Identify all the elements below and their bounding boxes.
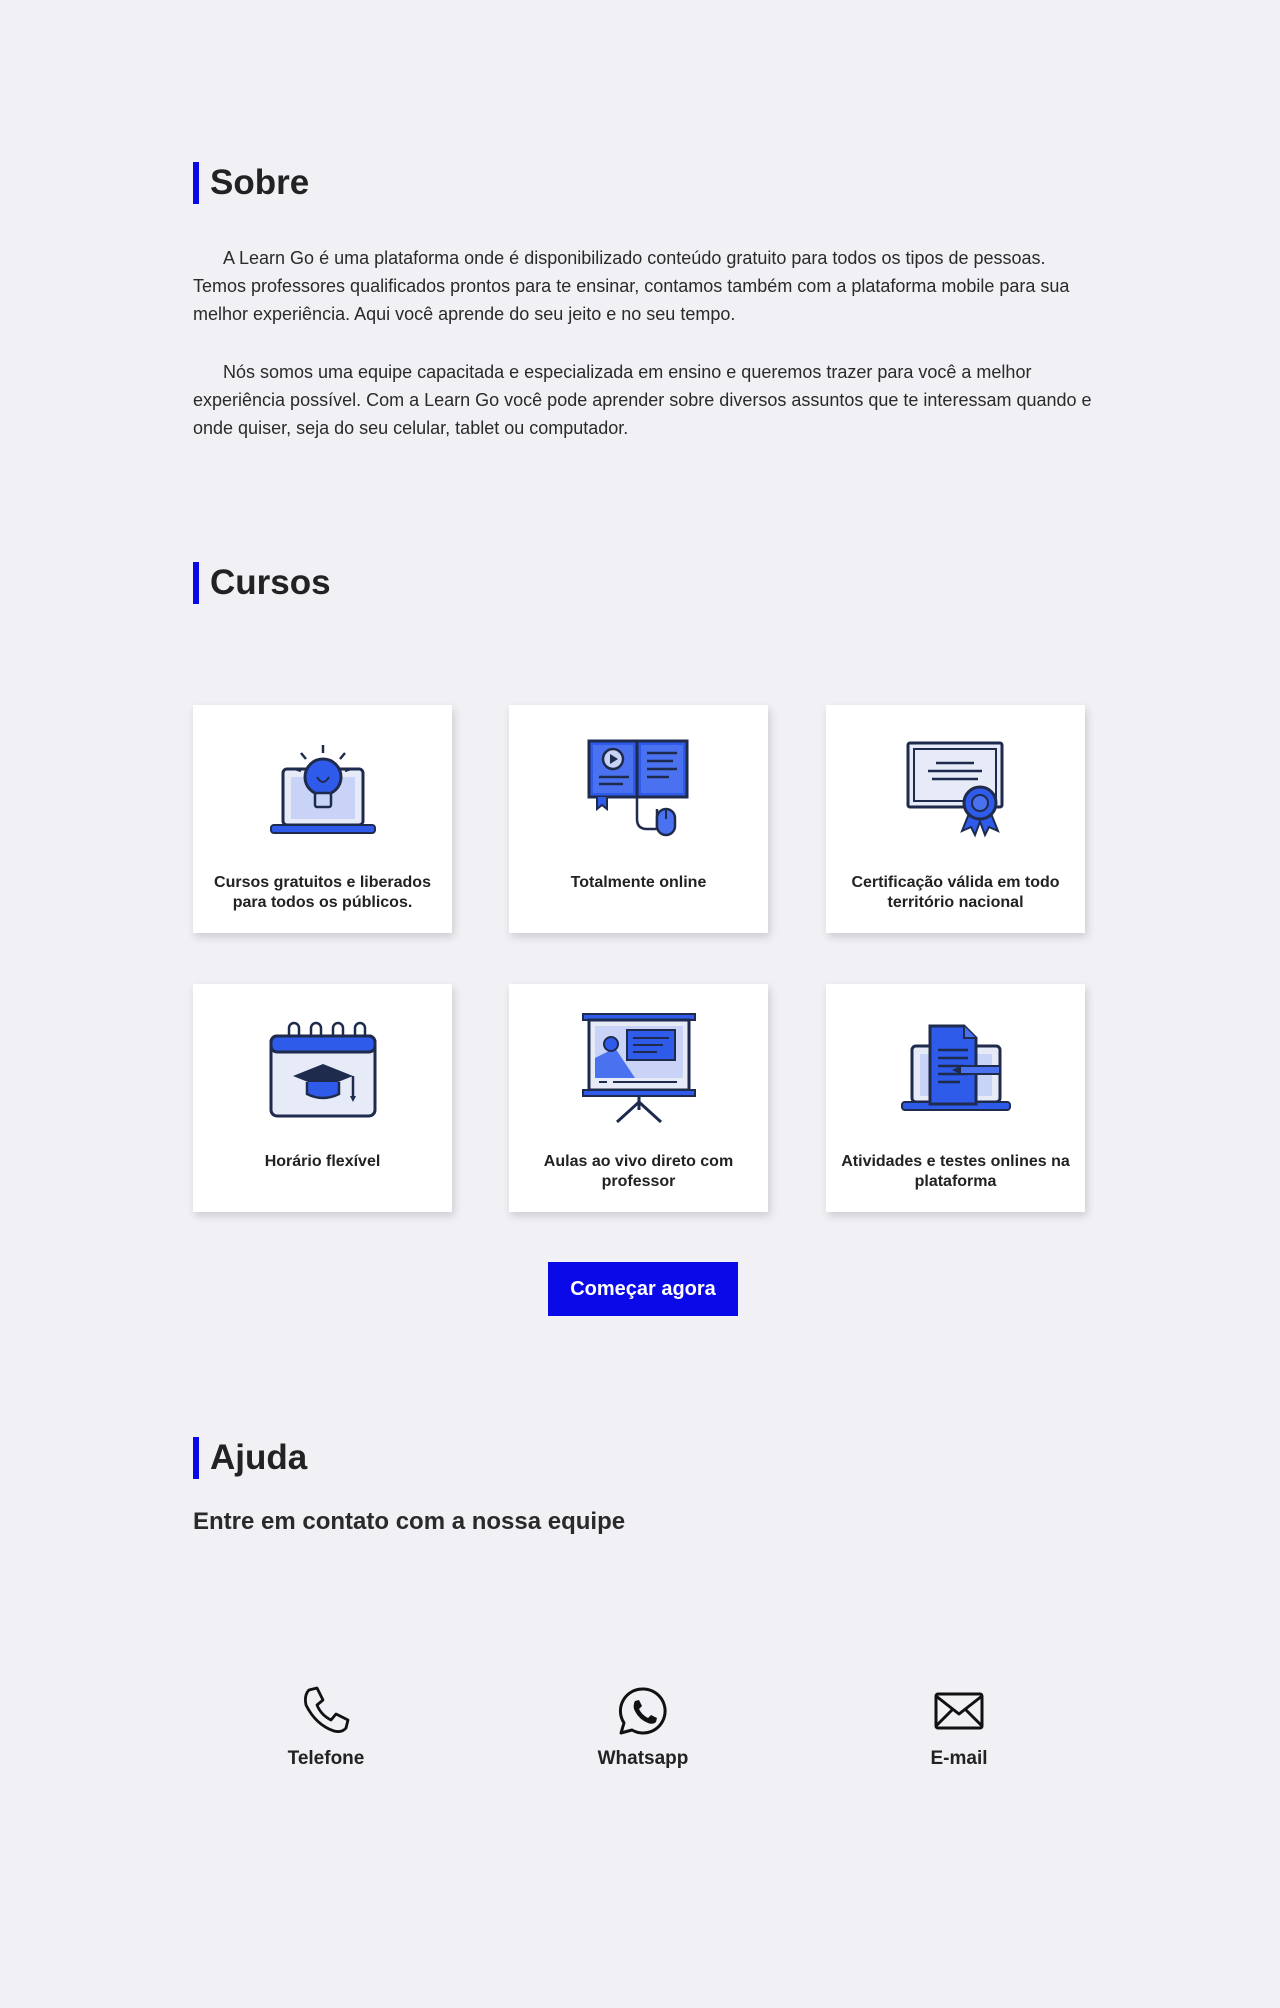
course-card-label: Cursos gratuitos e liberados para todos …	[214, 874, 431, 911]
course-card: Totalmente online	[509, 705, 768, 933]
contact-email[interactable]: E-mail	[879, 1684, 1039, 1770]
course-card-label: Certificação válida em todo território n…	[851, 874, 1060, 911]
book-mouse-icon	[587, 739, 688, 837]
calendar-graduation-icon	[269, 1021, 376, 1118]
contact-telefone[interactable]: Telefone	[246, 1684, 406, 1770]
contact-label: Whatsapp	[597, 1748, 689, 1769]
contact-label: E-mail	[930, 1748, 988, 1769]
contact-whatsapp[interactable]: Whatsapp	[563, 1684, 723, 1770]
course-card: Aulas ao vivo direto com professor	[509, 984, 768, 1212]
ajuda-subtitle: Entre em contato com a nossa equipe	[193, 1508, 626, 1535]
sobre-title: Sobre	[193, 162, 309, 204]
course-card-label: Horário flexível	[264, 1153, 381, 1170]
whatsapp-icon	[618, 1687, 667, 1735]
envelope-icon	[934, 1692, 984, 1730]
course-card: Atividades e testes onlines na plataform…	[826, 984, 1085, 1212]
course-card-label: Totalmente online	[570, 874, 707, 891]
laptop-document-icon	[900, 1024, 1011, 1111]
course-card: Certificação válida em todo território n…	[826, 705, 1085, 933]
course-card: Cursos gratuitos e liberados para todos …	[193, 705, 452, 933]
contact-label: Telefone	[287, 1748, 365, 1769]
laptop-lightbulb-icon	[269, 745, 376, 834]
certificate-icon	[906, 741, 1003, 838]
comecar-agora-button[interactable]: Começar agora	[548, 1262, 738, 1316]
course-card-label: Atividades e testes onlines na plataform…	[841, 1153, 1070, 1190]
presentation-board-icon	[581, 1013, 696, 1124]
sobre-paragraph-2: Nós somos uma equipe capacitada e especi…	[193, 362, 1092, 438]
sobre-paragraph-1: A Learn Go é uma plataforma onde é dispo…	[193, 248, 1070, 324]
course-card: Horário flexível	[193, 984, 452, 1212]
course-card-label: Aulas ao vivo direto com professor	[543, 1153, 734, 1190]
ajuda-title: Ajuda	[193, 1437, 307, 1479]
phone-icon	[304, 1686, 350, 1733]
page: Sobre A Learn Go é uma plataforma onde é…	[0, 0, 1280, 2008]
cursos-title: Cursos	[193, 562, 331, 604]
